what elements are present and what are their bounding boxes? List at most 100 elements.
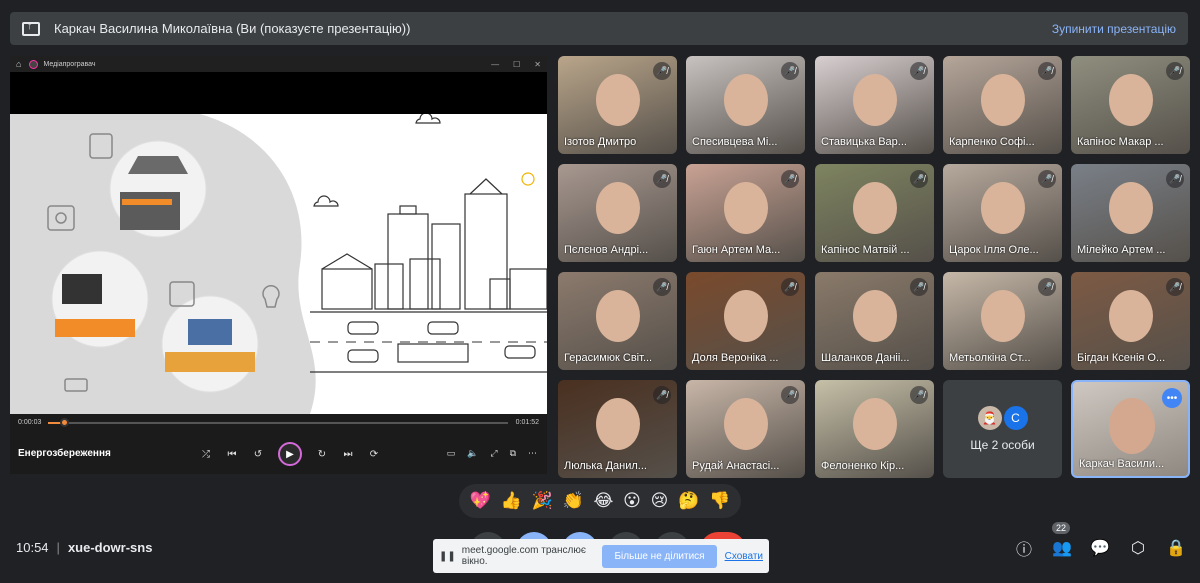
participant-tile[interactable]: 🎤̸ Люлька Данил...	[558, 380, 677, 478]
participant-video	[1109, 290, 1153, 342]
participant-tile[interactable]: 🎤̸ Ізотов Дмитро	[558, 56, 677, 154]
pause-icon: ❚❚	[439, 550, 456, 562]
participant-tile[interactable]: 🎤̸ Бігдан Ксенія О...	[1071, 272, 1190, 370]
participant-tile[interactable]: 🎤̸ Капінос Макар ...	[1071, 56, 1190, 154]
participant-name: Шаланков Даніі...	[821, 352, 910, 364]
close-icon[interactable]: ✕	[534, 60, 541, 69]
shuffle-icon[interactable]: ⤮	[200, 449, 212, 460]
participant-video	[724, 74, 768, 126]
stop-presenting-button[interactable]: Зупинити презентацію	[1052, 22, 1176, 36]
participant-name: Герасимюк Світ...	[564, 352, 653, 364]
reaction-emoji[interactable]: 👍	[501, 491, 522, 511]
mic-off-icon: 🎤̸	[910, 278, 928, 296]
participant-video	[1109, 74, 1153, 126]
minimize-icon[interactable]: —	[491, 60, 499, 69]
participant-name: Мілейко Артем ...	[1077, 244, 1166, 256]
seek-bar[interactable]	[48, 418, 508, 427]
previous-icon[interactable]: ⏮	[226, 449, 238, 460]
participant-name: Фелоненко Кір...	[821, 460, 905, 472]
participant-video	[853, 398, 897, 450]
player-titlebar: ⌂ Медіапрогравач — ☐ ✕	[10, 56, 547, 72]
participant-tile[interactable]: 🎤̸ Шаланков Даніі...	[815, 272, 934, 370]
reaction-emoji[interactable]: 😂	[593, 491, 613, 511]
self-tile[interactable]: ••• Каркач Васили...	[1071, 380, 1190, 478]
reaction-emoji[interactable]: 👏	[563, 491, 584, 511]
participant-video	[724, 182, 768, 234]
participant-tile[interactable]: 🎤̸ Мілейко Артем ...	[1071, 164, 1190, 262]
participant-tile[interactable]: 🎤̸ Ставицька Вар...	[815, 56, 934, 154]
play-button[interactable]: ▶	[278, 442, 302, 466]
participant-tile[interactable]: 🎤̸ Доля Вероніка ...	[686, 272, 805, 370]
fullscreen-icon[interactable]: ⤢	[490, 448, 497, 459]
participant-name: Люлька Данил...	[564, 460, 647, 472]
participant-video	[981, 74, 1025, 126]
host-controls-icon[interactable]: 🔒	[1164, 536, 1188, 560]
forward-icon[interactable]: ↻	[316, 449, 328, 460]
participant-video	[981, 290, 1025, 342]
side-panel-buttons: ⓘ 👥 22 💬 ⬡ 🔒	[1012, 522, 1188, 560]
reaction-emoji[interactable]: 😢	[651, 491, 669, 511]
sharing-banner: ❚❚ meet.google.com транслює вікно. Більш…	[433, 539, 769, 573]
current-time: 0:00:03	[18, 419, 42, 426]
participant-tile[interactable]: 🎤̸ Герасимюк Світ...	[558, 272, 677, 370]
miniplayer-icon[interactable]: ⧉	[510, 448, 516, 459]
media-player-window: ⌂ Медіапрогравач — ☐ ✕ 0:00:03 0:01:52 Е…	[10, 56, 547, 474]
stop-sharing-button[interactable]: Більше не ділитися	[602, 544, 717, 568]
participant-video	[853, 74, 897, 126]
mic-off-icon: 🎤̸	[910, 170, 928, 188]
meeting-info: 10:54 | xue-dowr-sns	[16, 540, 153, 555]
chat-icon[interactable]: 💬	[1088, 536, 1112, 560]
more-options-icon[interactable]: •••	[1162, 388, 1182, 408]
participant-video	[724, 398, 768, 450]
more-participants-tile[interactable]: 🎅 С Ще 2 особи	[943, 380, 1062, 478]
volume-icon[interactable]: 🔈	[467, 448, 478, 459]
participant-avatar: 🎅	[977, 406, 1002, 430]
participant-tile[interactable]: 🎤̸ Рудай Анастасі...	[686, 380, 805, 478]
seek-knob[interactable]	[60, 418, 70, 427]
subtitles-icon[interactable]: ▭	[447, 448, 456, 459]
participant-tile[interactable]: 🎤̸ Карпенко Софі...	[943, 56, 1062, 154]
mic-off-icon: 🎤̸	[653, 386, 671, 404]
people-icon[interactable]: 👥 22	[1050, 522, 1074, 560]
rewind-icon[interactable]: ↺	[252, 449, 264, 460]
total-time: 0:01:52	[515, 419, 539, 426]
participant-tile[interactable]: 🎤̸ Метьолкіна Ст...	[943, 272, 1062, 370]
participant-name: Гаюн Артем Ма...	[692, 244, 781, 256]
info-icon[interactable]: ⓘ	[1012, 536, 1036, 560]
participant-video	[853, 290, 897, 342]
reaction-emoji[interactable]: 👎	[709, 491, 730, 511]
present-screen-icon	[22, 20, 40, 36]
next-icon[interactable]: ⏭	[342, 449, 354, 460]
hide-banner-link[interactable]: Сховати	[725, 551, 763, 562]
participant-tile[interactable]: 🎤̸ Спесивцева Мі...	[686, 56, 805, 154]
participant-video	[596, 290, 640, 342]
mic-off-icon: 🎤̸	[781, 386, 799, 404]
home-icon[interactable]: ⌂	[16, 59, 21, 69]
reaction-emoji[interactable]: 🤔	[678, 491, 699, 511]
participant-name: Царок Ілля Оле...	[949, 244, 1039, 256]
mic-off-icon: 🎤̸	[781, 170, 799, 188]
presenting-bar: Каркач Василина Миколаївна (Ви (показуєт…	[10, 12, 1188, 45]
participant-name: Карпенко Софі...	[949, 136, 1035, 148]
repeat-icon[interactable]: ⟳	[368, 449, 380, 460]
player-app-name: Медіапрогравач	[43, 60, 96, 68]
participant-tile[interactable]: 🎤̸ Гаюн Артем Ма...	[686, 164, 805, 262]
participant-tile[interactable]: 🎤̸ Фелоненко Кір...	[815, 380, 934, 478]
meeting-code[interactable]: xue-dowr-sns	[68, 540, 153, 555]
participant-tile[interactable]: 🎤̸ Капінос Матвій ...	[815, 164, 934, 262]
mic-off-icon: 🎤̸	[781, 62, 799, 80]
mic-off-icon: 🎤̸	[1166, 62, 1184, 80]
participant-video	[596, 182, 640, 234]
participant-name: Доля Вероніка ...	[692, 352, 779, 364]
participant-tile[interactable]: 🎤̸ Пєлєнов Андрі...	[558, 164, 677, 262]
reaction-emoji[interactable]: 🎉	[532, 491, 553, 511]
reaction-emoji[interactable]: 😮	[623, 491, 641, 511]
reaction-emoji[interactable]: 💖	[470, 491, 491, 511]
participant-video	[981, 182, 1025, 234]
participant-avatar-letter: С	[1003, 406, 1028, 430]
maximize-icon[interactable]: ☐	[513, 60, 520, 69]
activities-icon[interactable]: ⬡	[1126, 536, 1150, 560]
participant-tile[interactable]: 🎤̸ Царок Ілля Оле...	[943, 164, 1062, 262]
energy-saving-illustration	[10, 114, 547, 414]
more-options-icon[interactable]: ⋯	[528, 448, 537, 459]
